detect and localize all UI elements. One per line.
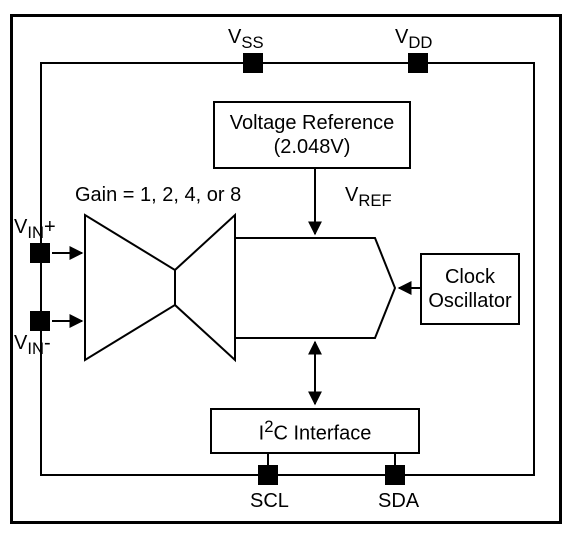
clock-line2: Oscillator <box>428 289 511 313</box>
i2c-interface-block: I2C Interface <box>210 408 420 454</box>
vin-minus-label: VIN- <box>14 332 51 359</box>
pga-plus: + <box>96 245 109 271</box>
clock-line1: Clock <box>445 265 495 289</box>
scl-label: SCL <box>250 490 289 513</box>
vss-label: VSS <box>228 26 264 53</box>
vref-label: VREF <box>345 184 392 211</box>
vdd-label: VDD <box>395 26 432 53</box>
adc-line1: ΔΣ ADC <box>281 269 355 291</box>
block-diagram: VSS VDD VIN+ VIN- SCL SDA Gain = 1, 2, 4… <box>0 0 573 546</box>
vin-minus-pad <box>30 311 50 331</box>
vin-plus-label: VIN+ <box>14 216 56 243</box>
pga-label: PGA <box>100 280 142 303</box>
adc-line2: Converter <box>274 294 362 316</box>
vss-pad <box>243 53 263 73</box>
vin-plus-pad <box>30 243 50 263</box>
pga-minus: − <box>96 308 109 334</box>
vref-line2: (2.048V) <box>274 135 351 159</box>
gain-label: Gain = 1, 2, 4, or 8 <box>75 184 241 207</box>
vdd-pad <box>408 53 428 73</box>
sda-label: SDA <box>378 490 419 513</box>
scl-pad <box>258 465 278 485</box>
sda-pad <box>385 465 405 485</box>
adc-text: ΔΣ ADC Converter <box>258 268 378 318</box>
voltage-reference-block: Voltage Reference (2.048V) <box>213 101 411 169</box>
clock-oscillator-block: Clock Oscillator <box>420 253 520 325</box>
i2c-label: I2C Interface <box>259 417 372 446</box>
vref-line1: Voltage Reference <box>230 111 395 135</box>
